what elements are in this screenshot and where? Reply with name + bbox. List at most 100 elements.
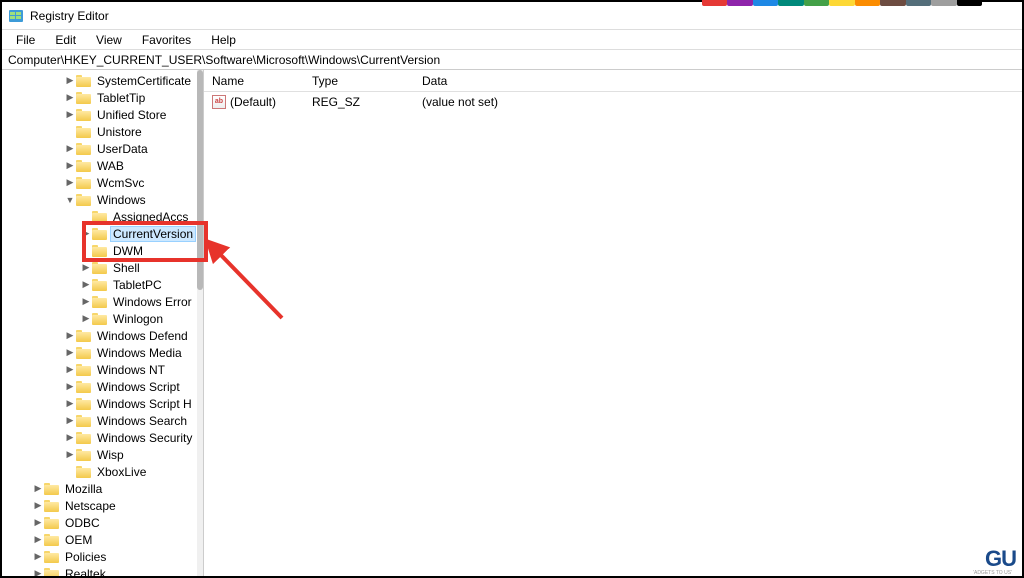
column-data[interactable]: Data: [414, 74, 1022, 88]
tree-item[interactable]: ▶Unistore: [2, 123, 203, 140]
chevron-right-icon[interactable]: ▶: [32, 483, 44, 494]
chevron-right-icon[interactable]: ▶: [80, 279, 92, 290]
tree-item[interactable]: ▶ Windows Search: [2, 412, 203, 429]
tree-item-label: Windows Media: [95, 346, 184, 360]
tree-item-label: UserData: [95, 142, 150, 156]
chevron-right-icon[interactable]: ▶: [64, 143, 76, 154]
folder-icon: [76, 432, 91, 444]
chevron-right-icon[interactable]: ▶: [64, 398, 76, 409]
chevron-right-icon[interactable]: ▶: [32, 534, 44, 545]
tree-item[interactable]: ▶Unified Store: [2, 106, 203, 123]
folder-icon: [44, 500, 59, 512]
tree-item[interactable]: ▶DWM: [2, 242, 203, 259]
tree-item[interactable]: ▶ Windows Defend: [2, 327, 203, 344]
tree-item-label: Policies: [63, 550, 108, 564]
tree-item[interactable]: ▶Realtek: [2, 565, 203, 576]
tree-item[interactable]: ▶TabletPC: [2, 276, 203, 293]
tree-item[interactable]: ▶ Windows Media: [2, 344, 203, 361]
tree-item[interactable]: ▶Windows Script H: [2, 395, 203, 412]
tree-item-label: Windows Search: [95, 414, 189, 428]
tree-item-label: CurrentVersion: [111, 227, 195, 241]
tree-item[interactable]: ▼ Windows: [2, 191, 203, 208]
chevron-right-icon[interactable]: ▶: [32, 500, 44, 511]
chevron-right-icon[interactable]: ▶: [64, 109, 76, 120]
tree-item[interactable]: ▶ Wisp: [2, 446, 203, 463]
registry-editor-icon: [8, 8, 24, 24]
chevron-right-icon: ▶: [64, 466, 76, 477]
folder-icon: [76, 449, 91, 461]
chevron-right-icon[interactable]: ▶: [64, 347, 76, 358]
chevron-right-icon[interactable]: ▶: [80, 262, 92, 273]
chevron-down-icon[interactable]: ▼: [64, 195, 76, 205]
folder-icon: [76, 330, 91, 342]
menu-bar: File Edit View Favorites Help: [2, 30, 1022, 50]
address-bar[interactable]: Computer\HKEY_CURRENT_USER\Software\Micr…: [2, 50, 1022, 70]
tree-item[interactable]: ▶ Policies: [2, 548, 203, 565]
folder-icon: [92, 313, 107, 325]
tree-item[interactable]: ▶Winlogon: [2, 310, 203, 327]
chevron-right-icon[interactable]: ▶: [32, 551, 44, 562]
tree-item[interactable]: ▶Shell: [2, 259, 203, 276]
tree-item[interactable]: ▶ XboxLive: [2, 463, 203, 480]
tree-scrollbar[interactable]: [197, 70, 203, 576]
menu-edit[interactable]: Edit: [47, 31, 84, 49]
tree-pane[interactable]: ▶SystemCertificate▶TabletTip▶Unified Sto…: [2, 70, 204, 576]
value-row[interactable]: ab(Default)REG_SZ(value not set): [204, 92, 1022, 112]
chevron-right-icon[interactable]: ▶: [64, 449, 76, 460]
chevron-right-icon[interactable]: ▶: [64, 75, 76, 86]
tree-item-label: XboxLive: [95, 465, 148, 479]
decorative-color-strip: [702, 0, 982, 6]
chevron-right-icon[interactable]: ▶: [32, 517, 44, 528]
tree-item[interactable]: ▶ UserData: [2, 140, 203, 157]
chevron-right-icon[interactable]: ▶: [32, 568, 44, 576]
chevron-right-icon[interactable]: ▶: [64, 381, 76, 392]
tree-item-label: Windows: [95, 193, 148, 207]
chevron-right-icon[interactable]: ▶: [64, 330, 76, 341]
chevron-right-icon[interactable]: ▶: [64, 364, 76, 375]
menu-file[interactable]: File: [8, 31, 43, 49]
chevron-right-icon[interactable]: ▶: [80, 228, 92, 239]
column-type[interactable]: Type: [304, 74, 414, 88]
folder-icon: [92, 211, 107, 223]
tree-item-label: Wisp: [95, 448, 126, 462]
tree-item-label: DWM: [111, 244, 145, 258]
tree-item[interactable]: ▶SystemCertificate: [2, 72, 203, 89]
chevron-right-icon[interactable]: ▶: [80, 313, 92, 324]
chevron-right-icon[interactable]: ▶: [64, 432, 76, 443]
tree-item[interactable]: ▶AssignedAccs: [2, 208, 203, 225]
folder-icon: [76, 109, 91, 121]
tree-item[interactable]: ▶Netscape: [2, 497, 203, 514]
column-name[interactable]: Name: [204, 74, 304, 88]
menu-view[interactable]: View: [88, 31, 130, 49]
chevron-right-icon[interactable]: ▶: [64, 415, 76, 426]
values-header: Name Type Data: [204, 70, 1022, 92]
tree-item[interactable]: ▶WAB: [2, 157, 203, 174]
values-pane[interactable]: Name Type Data ab(Default)REG_SZ(value n…: [204, 70, 1022, 576]
tree-item-label: Windows Defend: [95, 329, 190, 343]
tree-item[interactable]: ▶Windows Script: [2, 378, 203, 395]
tree-item[interactable]: ▶ CurrentVersion: [2, 225, 203, 242]
chevron-right-icon: ▶: [64, 126, 76, 137]
tree-item[interactable]: ▶OEM: [2, 531, 203, 548]
tree-item-label: Windows Security: [95, 431, 194, 445]
chevron-right-icon[interactable]: ▶: [64, 160, 76, 171]
folder-icon: [92, 279, 107, 291]
menu-help[interactable]: Help: [203, 31, 244, 49]
folder-icon: [44, 534, 59, 546]
tree-item[interactable]: ▶WcmSvc: [2, 174, 203, 191]
value-name: (Default): [230, 95, 276, 109]
tree-item[interactable]: ▶Windows Error: [2, 293, 203, 310]
chevron-right-icon[interactable]: ▶: [80, 296, 92, 307]
tree-item[interactable]: ▶ODBC: [2, 514, 203, 531]
chevron-right-icon[interactable]: ▶: [64, 177, 76, 188]
tree-item[interactable]: ▶TabletTip: [2, 89, 203, 106]
folder-icon: [76, 160, 91, 172]
tree-item[interactable]: ▶ Windows Security: [2, 429, 203, 446]
tree-item[interactable]: ▶Windows NT: [2, 361, 203, 378]
folder-icon: [76, 143, 91, 155]
folder-icon: [76, 92, 91, 104]
menu-favorites[interactable]: Favorites: [134, 31, 199, 49]
tree-item[interactable]: ▶Mozilla: [2, 480, 203, 497]
chevron-right-icon[interactable]: ▶: [64, 92, 76, 103]
tree-scrollbar-thumb[interactable]: [197, 70, 203, 290]
